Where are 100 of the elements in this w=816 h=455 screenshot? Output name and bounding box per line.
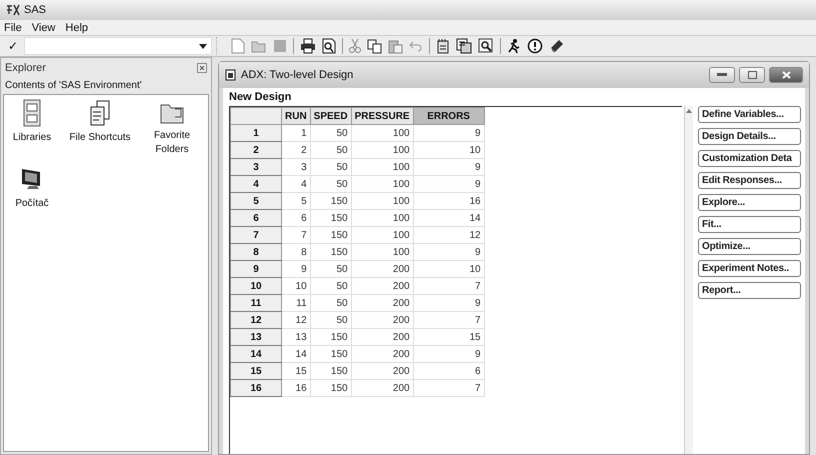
table-cell: 50 [310,158,352,176]
file-cabinet-icon[interactable] [22,99,42,127]
print-icon[interactable] [300,38,316,54]
documents-icon[interactable] [89,99,111,127]
new-document-icon[interactable] [231,38,245,54]
item-label[interactable]: Libraries [12,131,52,145]
row-header[interactable]: 13 [230,328,282,346]
item-label[interactable]: Favorite Folders [140,129,204,157]
table-cell: 9 [413,244,484,260]
action-button[interactable]: Edit Responses... [698,172,801,189]
close-button[interactable] [769,67,803,83]
table-cell: 16 [282,380,310,396]
scroll-up-arrow-icon[interactable] [686,109,692,113]
table-cell: 50 [310,278,352,294]
cut-icon[interactable] [349,38,361,54]
table-cell: 9 [282,260,310,278]
action-button[interactable]: Report... [698,282,801,299]
column-header[interactable]: SPEED [310,108,352,124]
row-header[interactable]: 5 [230,192,282,210]
table-cell: 200 [351,278,414,294]
item-label[interactable]: File Shortcuts [69,131,131,145]
table-cell: 6 [413,362,484,380]
row-header[interactable]: 3 [230,158,282,176]
table-cell: 100 [351,142,414,158]
table-cell: 100 [351,192,414,210]
maximize-button[interactable] [739,67,765,83]
table-cell: 1 [282,124,310,142]
paste-icon[interactable] [388,38,403,54]
column-header[interactable]: PRESSURE [351,108,414,124]
app-icon [6,4,20,16]
table-cell: 15 [413,328,484,346]
table-cell: 150 [310,362,352,380]
copy-icon[interactable] [367,38,382,54]
minimize-button[interactable] [709,67,735,83]
table-cell: 50 [310,176,352,192]
action-button[interactable]: Explore... [698,194,801,211]
menu-item[interactable]: View [32,22,56,34]
table-cell: 4 [282,176,310,192]
action-button[interactable]: Define Variables... [698,106,801,123]
row-header[interactable]: 10 [230,278,282,294]
panel-title: Explorer [5,62,46,74]
table-cell: 11 [282,294,310,312]
dropdown-arrow-icon[interactable] [199,44,207,48]
table-cell: 150 [310,192,352,210]
action-button[interactable]: Optimize... [698,238,801,255]
row-header[interactable]: 6 [230,210,282,226]
minimize-icon [717,73,727,77]
table-cell: 150 [310,346,352,362]
table-cell: 12 [282,312,310,328]
table-cell: 2 [282,142,310,158]
menu-item[interactable]: File [4,22,22,34]
scrollbar[interactable] [684,106,693,454]
exclamation-icon[interactable] [527,38,543,54]
table-cell: 200 [351,362,414,380]
table-cell: 200 [351,328,414,346]
column-header[interactable]: ERRORS [413,108,484,124]
row-header[interactable]: 11 [230,294,282,312]
menu-item[interactable]: Help [65,22,88,34]
check-icon[interactable]: ✓ [8,39,18,53]
table-cell: 100 [351,158,414,176]
table-cell: 7 [413,312,484,328]
document-grid-icon[interactable] [456,38,472,54]
table-cell: 9 [413,294,484,312]
row-header[interactable]: 9 [230,260,282,278]
item-label[interactable]: Počítač [15,197,49,211]
magnifier-icon[interactable] [478,38,494,54]
table-cell: 100 [351,210,414,226]
action-button[interactable]: Experiment Notes.. [698,260,801,277]
running-figure-icon[interactable] [507,38,521,54]
table-cell: 9 [413,158,484,176]
table-cell: 150 [310,328,352,346]
table-cell: 3 [282,158,310,176]
action-button[interactable]: Customization Deta [698,150,801,167]
action-button[interactable]: Design Details... [698,128,801,145]
table-cell: 150 [310,210,352,226]
action-button[interactable]: Fit... [698,216,801,233]
row-header[interactable]: 15 [230,362,282,380]
corner-cell [230,108,282,124]
row-header[interactable]: 8 [230,244,282,260]
column-header[interactable]: RUN [282,108,310,124]
table-cell: 100 [351,244,414,260]
table-cell: 150 [310,226,352,244]
row-header[interactable]: 16 [230,380,282,396]
table-cell: 10 [282,278,310,294]
table-cell: 100 [351,176,414,192]
notepad-icon[interactable] [436,38,450,54]
table-cell: 12 [413,226,484,244]
row-header[interactable]: 7 [230,226,282,244]
table-cell: 10 [413,142,484,158]
command-field[interactable] [24,37,212,55]
table-cell: 50 [310,124,352,142]
table-cell: 15 [282,362,310,380]
row-header[interactable]: 2 [230,142,282,158]
row-header[interactable]: 1 [230,124,282,142]
table-cell: 5 [282,192,310,210]
row-header[interactable]: 4 [230,176,282,192]
close-icon[interactable] [197,63,207,73]
print-preview-icon[interactable] [322,38,336,54]
row-header[interactable]: 12 [230,312,282,328]
row-header[interactable]: 14 [230,346,282,362]
